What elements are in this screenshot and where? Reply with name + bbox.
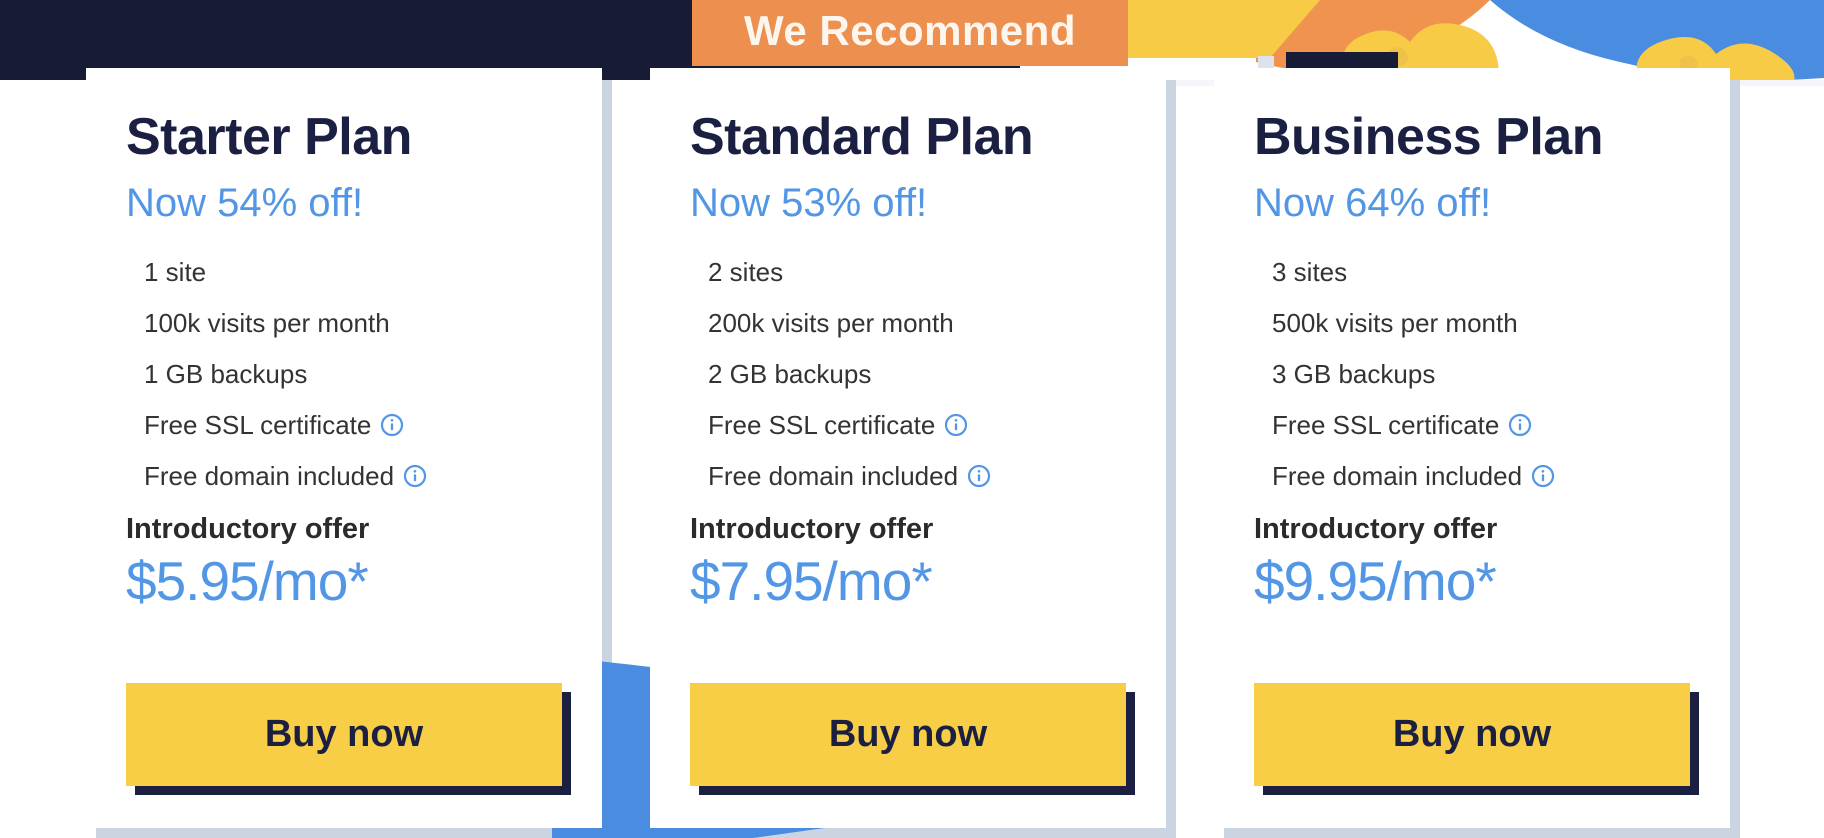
feature-text: 500k visits per month — [1272, 307, 1518, 338]
we-recommend-banner: We Recommend — [692, 0, 1128, 66]
feature-text: 3 GB backups — [1272, 358, 1436, 389]
feature-text: Free SSL certificate — [1272, 409, 1500, 440]
list-item: 500k visits per month — [1272, 310, 1690, 336]
buy-now-area: Buy now — [1254, 683, 1699, 795]
pricing-card-business: Business Plan Now 64% off! 3 sites 500k … — [1214, 68, 1740, 838]
plan-discount: Now 54% off! — [126, 180, 364, 225]
info-circle-icon[interactable] — [1508, 413, 1532, 437]
feature-text: 200k visits per month — [708, 307, 954, 338]
plan-discount: Now 64% off! — [1254, 180, 1492, 225]
list-item: Free SSL certificate — [144, 412, 562, 438]
buy-now-button[interactable]: Buy now — [1254, 683, 1690, 786]
pricing-page: We Recommend Starter Plan Now 54% off! 1… — [0, 0, 1824, 838]
list-item: Free SSL certificate — [708, 412, 1126, 438]
feature-text: 2 GB backups — [708, 358, 872, 389]
pricing-cards-row: Starter Plan Now 54% off! 1 site 100k vi… — [0, 0, 1824, 838]
plan-title: Business Plan — [1254, 108, 1603, 166]
buy-now-button[interactable]: Buy now — [690, 683, 1126, 786]
offer-price: $9.95/mo* — [1254, 550, 1497, 613]
list-item: 3 sites — [1272, 259, 1690, 285]
feature-text: Free SSL certificate — [144, 409, 372, 440]
list-item: Free SSL certificate — [1272, 412, 1690, 438]
plan-title: Standard Plan — [690, 108, 1034, 166]
feature-text: 1 GB backups — [144, 358, 308, 389]
info-circle-icon[interactable] — [944, 413, 968, 437]
buy-now-area: Buy now — [126, 683, 571, 795]
card-body: Starter Plan Now 54% off! 1 site 100k vi… — [86, 68, 602, 828]
feature-list: 2 sites 200k visits per month 2 GB backu… — [690, 259, 1126, 489]
offer-label: Introductory offer — [1254, 512, 1498, 545]
feature-text: Free domain included — [144, 460, 395, 491]
feature-text: Free domain included — [1272, 460, 1523, 491]
list-item: Free domain included — [708, 463, 1126, 489]
list-item: 2 sites — [708, 259, 1126, 285]
feature-text: 2 sites — [708, 256, 784, 287]
info-circle-icon[interactable] — [967, 464, 991, 488]
buy-now-area: Buy now — [690, 683, 1135, 795]
list-item: 1 GB backups — [144, 361, 562, 387]
list-item: 2 GB backups — [708, 361, 1126, 387]
card-body: Standard Plan Now 53% off! 2 sites 200k … — [650, 68, 1166, 828]
plan-title: Starter Plan — [126, 108, 412, 166]
feature-text: 1 site — [144, 256, 207, 287]
buy-now-button[interactable]: Buy now — [126, 683, 562, 786]
info-circle-icon[interactable] — [403, 464, 427, 488]
feature-text: Free domain included — [708, 460, 959, 491]
feature-text: Free SSL certificate — [708, 409, 936, 440]
we-recommend-label: We Recommend — [744, 7, 1076, 54]
info-circle-icon[interactable] — [380, 413, 404, 437]
pricing-card-standard: Standard Plan Now 53% off! 2 sites 200k … — [552, 68, 1176, 838]
offer-label: Introductory offer — [690, 512, 934, 545]
list-item: 1 site — [144, 259, 562, 285]
list-item: 3 GB backups — [1272, 361, 1690, 387]
list-item: 100k visits per month — [144, 310, 562, 336]
offer-label: Introductory offer — [126, 512, 370, 545]
plan-discount: Now 53% off! — [690, 180, 928, 225]
offer-price: $7.95/mo* — [690, 550, 933, 613]
feature-text: 3 sites — [1272, 256, 1348, 287]
feature-list: 1 site 100k visits per month 1 GB backup… — [126, 259, 562, 489]
feature-list: 3 sites 500k visits per month 3 GB backu… — [1254, 259, 1690, 489]
pricing-card-starter: Starter Plan Now 54% off! 1 site 100k vi… — [86, 68, 612, 838]
list-item: 200k visits per month — [708, 310, 1126, 336]
card-body: Business Plan Now 64% off! 3 sites 500k … — [1214, 68, 1730, 828]
feature-text: 100k visits per month — [144, 307, 390, 338]
list-item: Free domain included — [144, 463, 562, 489]
info-circle-icon[interactable] — [1531, 464, 1555, 488]
offer-price: $5.95/mo* — [126, 550, 369, 613]
list-item: Free domain included — [1272, 463, 1690, 489]
